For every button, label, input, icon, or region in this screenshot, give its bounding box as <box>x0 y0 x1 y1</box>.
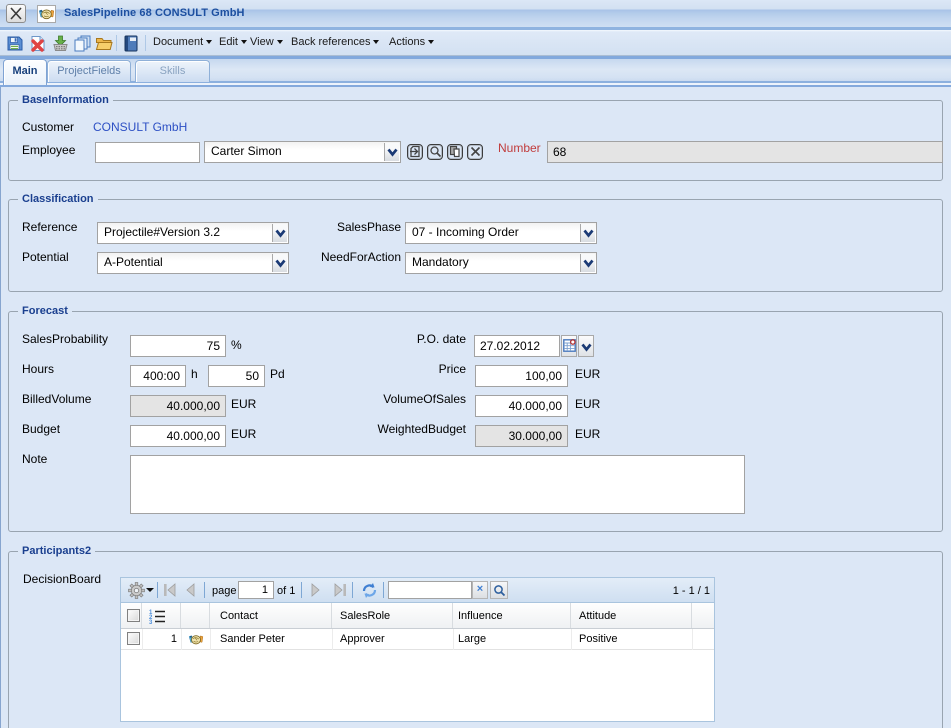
svg-text:3: 3 <box>149 620 153 624</box>
